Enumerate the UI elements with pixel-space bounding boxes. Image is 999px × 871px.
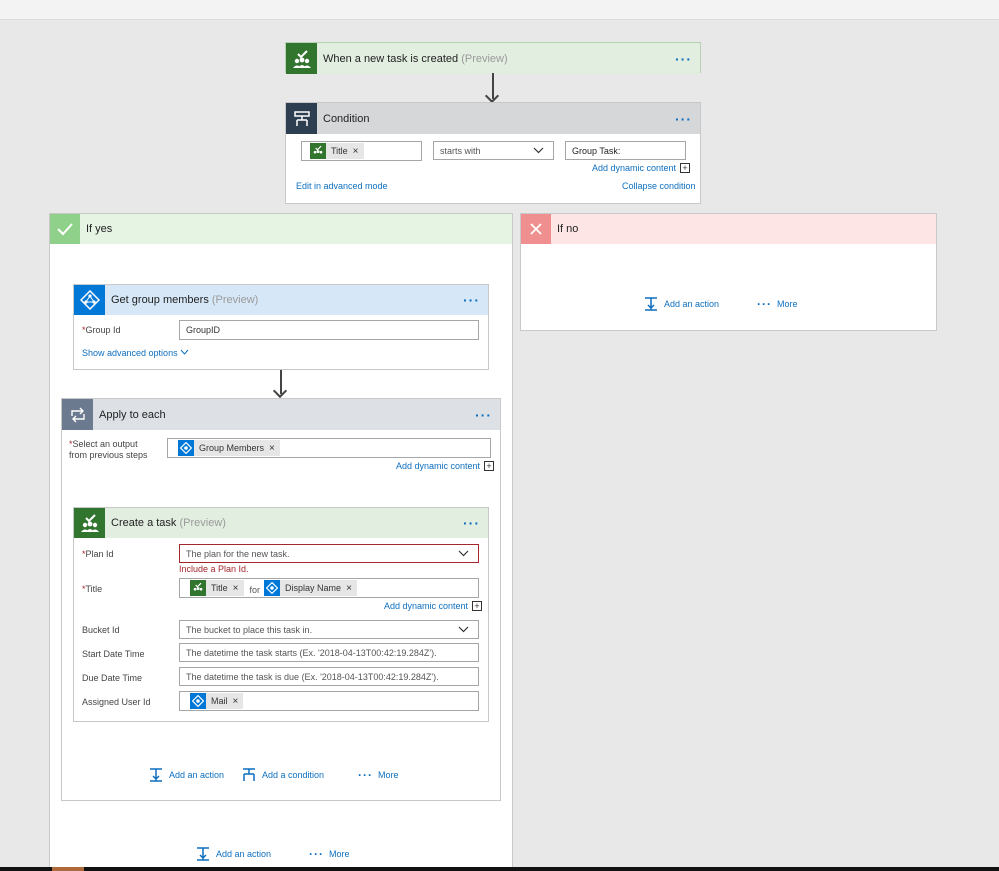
- add-dynamic-content-link[interactable]: Add dynamic content +: [592, 163, 691, 173]
- get-group-members-card: Get group members (Preview) ··· *Group I…: [73, 284, 489, 370]
- plan-id-label: *Plan Id: [82, 549, 114, 559]
- if-no-branch: If no Add an action ··· More: [520, 213, 937, 331]
- flow-arrow-2: [280, 370, 282, 394]
- inner-more-button[interactable]: ··· More: [358, 768, 399, 782]
- remove-token-icon[interactable]: ×: [269, 443, 275, 454]
- if-yes-label: If yes: [86, 223, 113, 235]
- condition-operator-select[interactable]: starts with: [433, 141, 554, 160]
- title-token: Title ×: [190, 580, 244, 596]
- mail-token: Mail ×: [190, 693, 244, 709]
- add-condition-icon: [243, 768, 255, 781]
- if-no-more-button[interactable]: ··· More: [757, 297, 798, 311]
- top-bar: [0, 0, 999, 20]
- plan-id-error: Include a Plan Id.: [179, 564, 249, 574]
- create-task-title: Create a task (Preview): [111, 517, 226, 529]
- planner-icon: [310, 143, 326, 159]
- bucket-id-label: Bucket Id: [82, 625, 120, 635]
- add-dynamic-icon: +: [680, 163, 691, 173]
- create-task-menu-button[interactable]: ···: [463, 515, 480, 531]
- display-name-token: Display Name ×: [264, 580, 357, 596]
- add-action-icon: [197, 847, 209, 861]
- if-no-add-action-button[interactable]: Add an action: [644, 297, 719, 311]
- group-id-input[interactable]: GroupID: [179, 320, 479, 340]
- remove-token-icon[interactable]: ×: [233, 583, 239, 594]
- add-dynamic-icon: +: [472, 601, 483, 611]
- more-dots-icon: ···: [358, 768, 373, 782]
- planner-icon: [190, 580, 206, 596]
- title-token: Title ×: [310, 143, 364, 159]
- start-date-input[interactable]: The datetime the task starts (Ex. '2018-…: [179, 643, 479, 662]
- group-members-token: Group Members ×: [178, 440, 280, 456]
- condition-title: Condition: [323, 112, 370, 125]
- chevron-down-icon: [458, 626, 469, 633]
- apply-to-each-title: Apply to each: [99, 408, 166, 421]
- create-task-card: Create a task (Preview) ··· *Plan Id The…: [73, 507, 489, 722]
- apply-to-each-menu-button[interactable]: ···: [475, 407, 492, 423]
- add-dynamic-content-link[interactable]: Add dynamic content +: [384, 601, 483, 611]
- inner-add-condition-button[interactable]: Add a condition: [242, 768, 324, 782]
- chevron-down-icon: [458, 550, 469, 557]
- edit-advanced-mode-link[interactable]: Edit in advanced mode: [296, 181, 388, 191]
- title-for-text: for: [249, 585, 261, 595]
- flow-arrow-1: [492, 73, 494, 99]
- remove-token-icon[interactable]: ×: [233, 696, 239, 707]
- add-dynamic-content-link[interactable]: Add dynamic content +: [396, 461, 495, 471]
- azure-ad-icon: [264, 580, 281, 596]
- get-group-members-title: Get group members (Preview): [111, 294, 259, 306]
- close-icon: [521, 214, 551, 244]
- bottom-bar: [0, 867, 999, 871]
- azure-ad-icon: [178, 440, 194, 456]
- add-action-icon: [645, 297, 657, 311]
- if-yes-add-action-button[interactable]: Add an action: [196, 847, 271, 861]
- if-yes-more-button[interactable]: ··· More: [309, 847, 350, 861]
- chevron-down-icon: [533, 147, 544, 154]
- trigger-card[interactable]: When a new task is created (Preview) ···: [285, 42, 701, 74]
- show-advanced-options-link[interactable]: Show advanced options: [82, 348, 189, 358]
- condition-icon: [286, 103, 317, 134]
- title-input[interactable]: Title × for Display Name ×: [179, 578, 479, 598]
- assigned-user-input[interactable]: Mail ×: [179, 691, 479, 711]
- condition-value-input[interactable]: Group Task:: [565, 141, 686, 160]
- remove-token-icon[interactable]: ×: [346, 583, 352, 594]
- more-dots-icon: ···: [757, 297, 772, 311]
- add-dynamic-icon: +: [484, 461, 495, 471]
- bucket-id-select[interactable]: The bucket to place this task in.: [179, 620, 479, 639]
- checkmark-icon: [50, 214, 80, 244]
- add-action-icon: [150, 768, 162, 782]
- due-date-label: Due Date Time: [82, 673, 143, 683]
- loop-icon: [62, 399, 93, 430]
- planner-icon: [74, 508, 105, 538]
- group-id-label: *Group Id: [82, 325, 121, 335]
- trigger-menu-button[interactable]: ···: [675, 51, 692, 67]
- if-no-label: If no: [557, 223, 579, 235]
- select-output-input[interactable]: Group Members ×: [167, 438, 491, 458]
- title-label: *Title: [82, 584, 103, 594]
- assigned-user-label: Assigned User Id: [82, 697, 151, 707]
- plan-id-select[interactable]: The plan for the new task.: [179, 544, 479, 563]
- start-date-label: Start Date Time: [82, 649, 145, 659]
- condition-left-operand[interactable]: Title ×: [301, 141, 422, 161]
- condition-card: Condition ··· Title × starts with Group …: [285, 102, 701, 204]
- planner-icon: [286, 43, 317, 74]
- azure-ad-icon: [74, 285, 105, 315]
- get-group-members-menu-button[interactable]: ···: [463, 292, 480, 308]
- chevron-down-icon: [180, 349, 189, 355]
- more-dots-icon: ···: [309, 847, 324, 861]
- condition-menu-button[interactable]: ···: [675, 111, 692, 127]
- trigger-title: When a new task is created (Preview): [323, 52, 508, 65]
- collapse-condition-link[interactable]: Collapse condition: [622, 181, 696, 191]
- due-date-input[interactable]: The datetime the task is due (Ex. '2018-…: [179, 667, 479, 686]
- azure-ad-icon: [190, 693, 206, 709]
- remove-token-icon[interactable]: ×: [353, 146, 359, 157]
- inner-add-action-button[interactable]: Add an action: [149, 768, 224, 782]
- select-output-label: *Select an output from previous steps: [69, 439, 148, 460]
